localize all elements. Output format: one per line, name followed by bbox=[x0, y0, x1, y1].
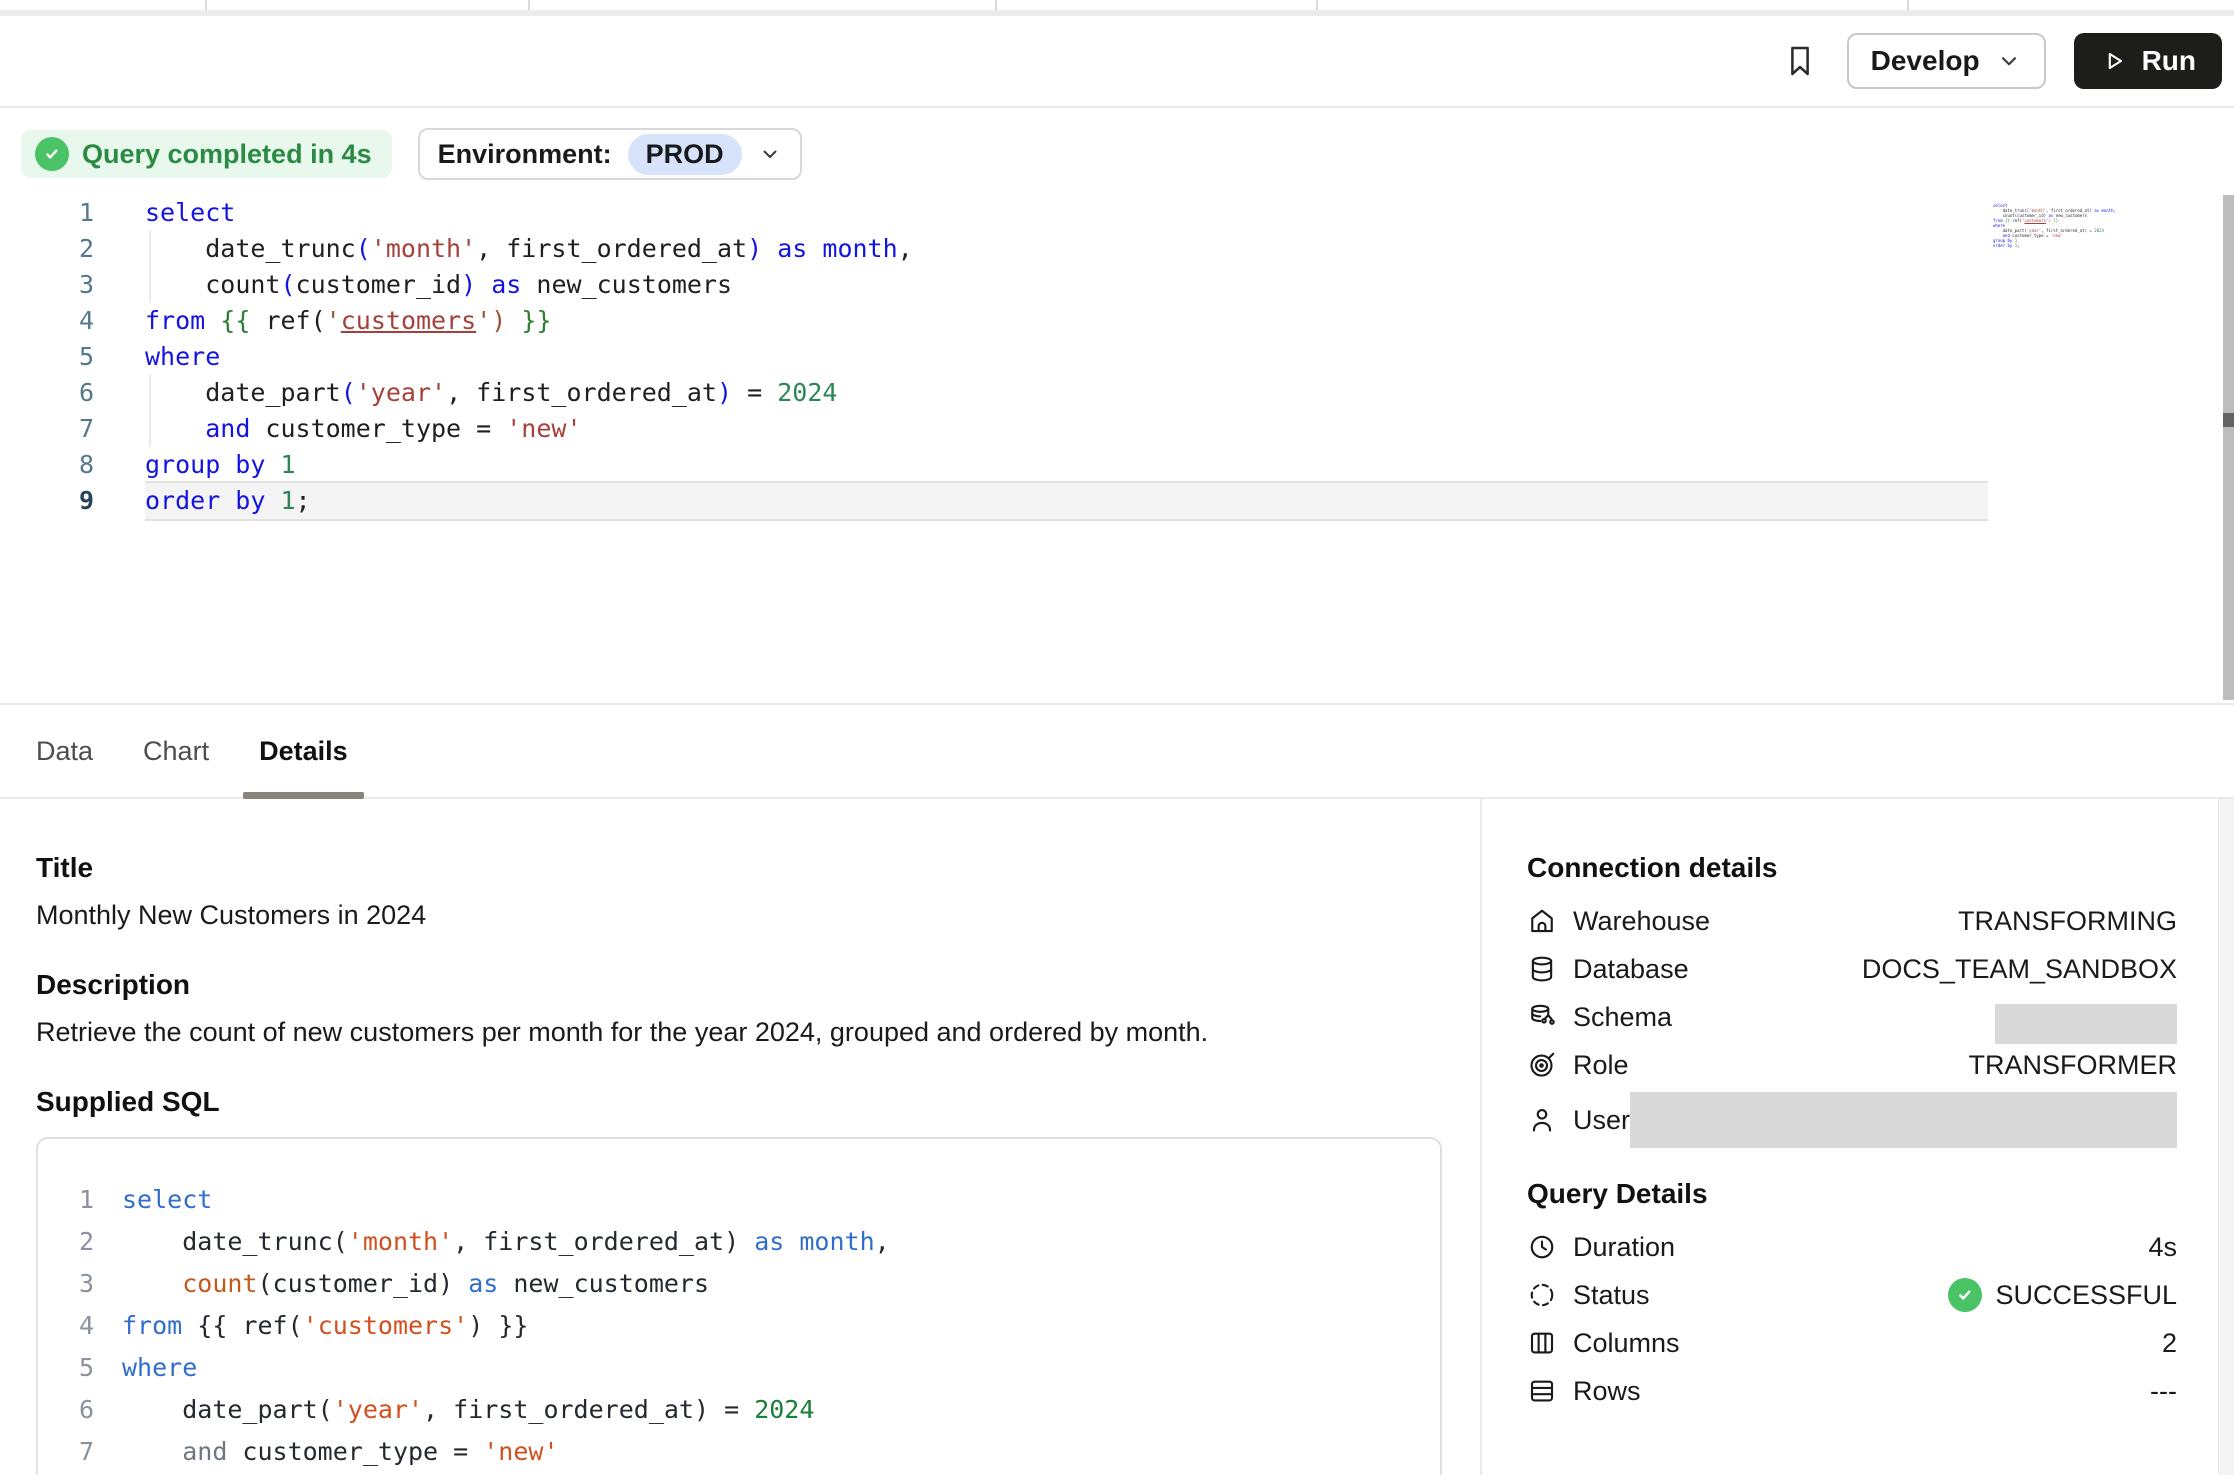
toolbar: Develop Run bbox=[0, 16, 2234, 108]
database-icon bbox=[1527, 954, 1557, 984]
code-line[interactable]: 8group by 1 bbox=[38, 1473, 1440, 1475]
role-label: Role bbox=[1573, 1050, 1629, 1081]
code-line[interactable]: 3 count(customer_id) as new_customers bbox=[0, 267, 2234, 303]
develop-dropdown[interactable]: Develop bbox=[1847, 33, 2046, 89]
editor-minimap[interactable]: select date_trunc('month', first_ordered… bbox=[1993, 203, 2113, 248]
details-panel: Title Monthly New Customers in 2024 Desc… bbox=[0, 799, 2234, 1475]
top-tab-segment bbox=[207, 0, 530, 10]
role-row: Role TRANSFORMER bbox=[1527, 1041, 2177, 1089]
run-label: Run bbox=[2142, 45, 2196, 77]
query-status-text: Query completed in 4s bbox=[82, 139, 372, 170]
schema-icon bbox=[1527, 1002, 1557, 1032]
code-line[interactable]: 6 date_part('year', first_ordered_at) = … bbox=[0, 375, 2234, 411]
play-icon bbox=[2100, 47, 2128, 75]
top-tab-segment bbox=[0, 0, 207, 10]
status-loading-icon bbox=[1527, 1280, 1557, 1310]
environment-value-badge: PROD bbox=[628, 134, 742, 175]
rows-icon bbox=[1527, 1376, 1557, 1406]
status-value: SUCCESSFUL bbox=[1995, 1280, 2177, 1311]
develop-label: Develop bbox=[1871, 45, 1980, 77]
sql-editor-lines: 1select2 date_trunc('month', first_order… bbox=[0, 195, 2234, 519]
success-check-icon bbox=[35, 137, 69, 171]
code-line[interactable]: 3 count(customer_id) as new_customers bbox=[38, 1263, 1440, 1305]
code-line[interactable]: 6 date_part('year', first_ordered_at) = … bbox=[38, 1389, 1440, 1431]
status-badge: SUCCESSFUL bbox=[1948, 1278, 2177, 1312]
status-row: Query completed in 4s Environment: PROD bbox=[21, 128, 2234, 180]
minimap-line: order by 1; bbox=[1993, 243, 2113, 248]
top-tab-segment bbox=[1318, 0, 1909, 10]
rows-row: Rows --- bbox=[1527, 1367, 2177, 1415]
warehouse-value: TRANSFORMING bbox=[1958, 906, 2177, 937]
code-line[interactable]: 1select bbox=[38, 1179, 1440, 1221]
code-line[interactable]: 2 date_trunc('month', first_ordered_at) … bbox=[38, 1221, 1440, 1263]
title-heading: Title bbox=[36, 851, 1440, 885]
title-value: Monthly New Customers in 2024 bbox=[36, 898, 1440, 932]
duration-value: 4s bbox=[2148, 1232, 2177, 1263]
code-line[interactable]: 9order by 1; bbox=[0, 483, 2234, 519]
columns-value: 2 bbox=[2162, 1328, 2177, 1359]
environment-label: Environment: bbox=[438, 139, 612, 170]
run-button[interactable]: Run bbox=[2074, 33, 2222, 89]
schema-label: Schema bbox=[1573, 1002, 1672, 1033]
description-value: Retrieve the count of new customers per … bbox=[36, 1015, 1440, 1049]
warehouse-label: Warehouse bbox=[1573, 906, 1710, 937]
supplied-sql-heading: Supplied SQL bbox=[36, 1085, 1440, 1119]
rows-label: Rows bbox=[1573, 1376, 1641, 1407]
warehouse-icon bbox=[1527, 906, 1557, 936]
top-tab-segment bbox=[530, 0, 997, 10]
columns-row: Columns 2 bbox=[1527, 1319, 2177, 1367]
columns-icon bbox=[1527, 1328, 1557, 1358]
panel-scrollbar[interactable] bbox=[2218, 799, 2234, 1475]
chevron-down-icon bbox=[758, 142, 782, 166]
code-line[interactable]: 1select bbox=[0, 195, 2234, 231]
code-line[interactable]: 5where bbox=[0, 339, 2234, 375]
query-status-pill: Query completed in 4s bbox=[21, 130, 392, 178]
rows-value: --- bbox=[2150, 1376, 2177, 1407]
result-tabbar: Data Chart Details bbox=[0, 703, 2234, 799]
role-value: TRANSFORMER bbox=[1969, 1050, 2178, 1081]
status-row-detail: Status SUCCESSFUL bbox=[1527, 1271, 2177, 1319]
code-line[interactable]: 4from {{ ref('customers') }} bbox=[0, 303, 2234, 339]
code-line[interactable]: 4from {{ ref('customers') }} bbox=[38, 1305, 1440, 1347]
code-line[interactable]: 2 date_trunc('month', first_ordered_at) … bbox=[0, 231, 2234, 267]
status-label: Status bbox=[1573, 1280, 1650, 1311]
details-right-column: Connection details Warehouse TRANSFORMIN… bbox=[1480, 799, 2234, 1475]
tab-data[interactable]: Data bbox=[36, 705, 93, 797]
schema-row: Schema bbox=[1527, 993, 2177, 1041]
success-check-icon bbox=[1948, 1278, 1982, 1312]
environment-dropdown[interactable]: Environment: PROD bbox=[418, 128, 802, 180]
warehouse-row: Warehouse TRANSFORMING bbox=[1527, 897, 2177, 945]
user-row: User bbox=[1527, 1089, 2177, 1151]
columns-label: Columns bbox=[1573, 1328, 1680, 1359]
top-tab-segment bbox=[997, 0, 1318, 10]
database-label: Database bbox=[1573, 954, 1689, 985]
connection-details-heading: Connection details bbox=[1527, 851, 2177, 885]
database-value: DOCS_TEAM_SANDBOX bbox=[1862, 954, 2177, 985]
editor-scrollbar-marker bbox=[2223, 413, 2234, 427]
code-line[interactable]: 5where bbox=[38, 1347, 1440, 1389]
code-line[interactable]: 7 and customer_type = 'new' bbox=[38, 1431, 1440, 1473]
details-left-column: Title Monthly New Customers in 2024 Desc… bbox=[0, 799, 1480, 1475]
user-value-redacted bbox=[1630, 1092, 2177, 1148]
description-heading: Description bbox=[36, 968, 1440, 1002]
schema-value-redacted bbox=[1995, 1004, 2177, 1044]
top-tabbar-edge bbox=[0, 0, 2234, 10]
duration-row: Duration 4s bbox=[1527, 1223, 2177, 1271]
editor-scrollbar[interactable] bbox=[2223, 195, 2234, 700]
duration-label: Duration bbox=[1573, 1232, 1675, 1263]
tab-details[interactable]: Details bbox=[259, 705, 348, 797]
supplied-sql-code-block: 1select2 date_trunc('month', first_order… bbox=[36, 1137, 1442, 1475]
sql-editor[interactable]: 1select2 date_trunc('month', first_order… bbox=[0, 195, 2234, 703]
user-icon bbox=[1527, 1105, 1557, 1135]
bookmark-icon[interactable] bbox=[1781, 42, 1819, 80]
chevron-down-icon bbox=[1996, 48, 2022, 74]
code-line[interactable]: 7 and customer_type = 'new' bbox=[0, 411, 2234, 447]
duration-clock-icon bbox=[1527, 1232, 1557, 1262]
database-row: Database DOCS_TEAM_SANDBOX bbox=[1527, 945, 2177, 993]
user-label: User bbox=[1573, 1105, 1630, 1136]
role-icon bbox=[1527, 1050, 1557, 1080]
tab-chart[interactable]: Chart bbox=[143, 705, 209, 797]
query-details-heading: Query Details bbox=[1527, 1177, 2177, 1211]
code-line[interactable]: 8group by 1 bbox=[0, 447, 2234, 483]
